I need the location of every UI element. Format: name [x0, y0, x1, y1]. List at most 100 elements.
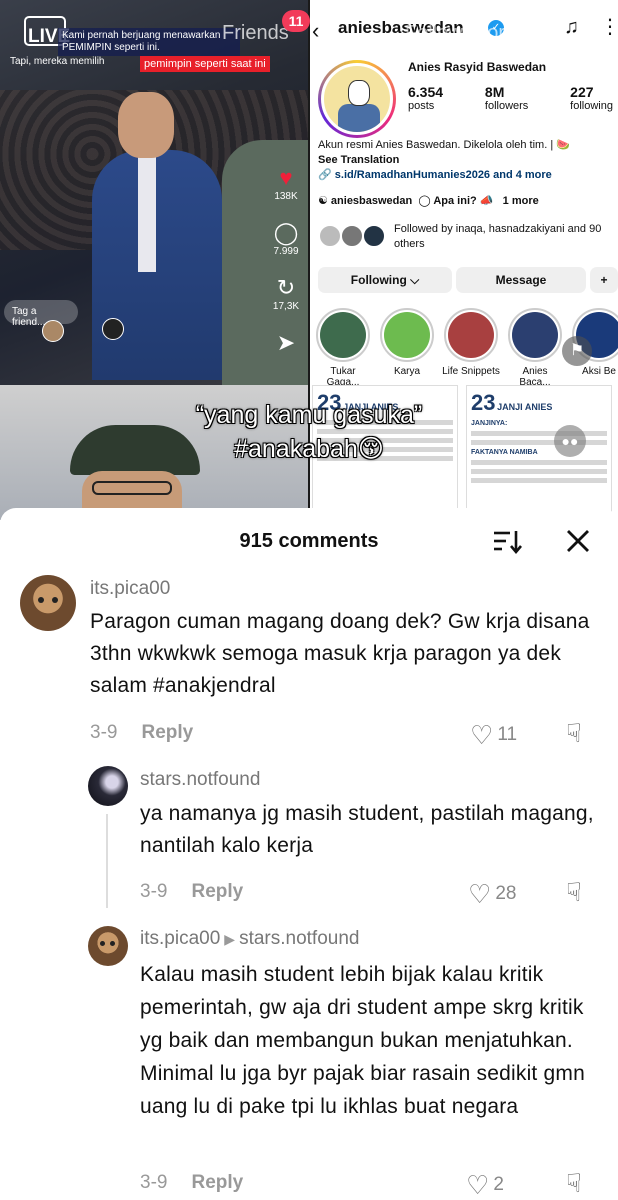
- like-button[interactable]: ♡ 11: [470, 720, 517, 751]
- highlight-item[interactable]: Karya: [378, 308, 436, 385]
- comments-sheet: 915 comments its.pica00 Paragon cuman ma…: [0, 508, 618, 1200]
- side-action-bar: ♥ 138K ◯ 7.999 ↻ 17,3K ➤: [266, 165, 306, 374]
- reply-button[interactable]: Reply: [141, 722, 193, 743]
- speaker-shirt: [138, 152, 156, 272]
- ig-followed-by[interactable]: Followed by inaqa, hasnadzakiyani and 90…: [394, 222, 614, 252]
- like-count: 11: [497, 724, 518, 745]
- back-arrow-icon[interactable]: ‹: [312, 18, 319, 44]
- close-icon[interactable]: [564, 526, 592, 556]
- repost-count: 17,3K: [272, 301, 300, 312]
- share-action[interactable]: ➤: [266, 330, 306, 356]
- mini-avatar[interactable]: [102, 318, 124, 340]
- ig-stats: 6.354 posts 8M followers 227 following: [408, 84, 613, 112]
- ig-following-button[interactable]: Following ⌵: [318, 267, 452, 293]
- video-caption-2: pemimpin seperti saat ini: [140, 56, 270, 72]
- comment-text: Kalau masih student lebih bijak kalau kr…: [140, 963, 585, 1118]
- live-video-panel: LIVE Kami pernah berjuang menawarkan PEM…: [0, 0, 308, 385]
- reply-to-username[interactable]: stars.notfound: [239, 928, 359, 949]
- bell-icon[interactable]: ♫: [564, 16, 579, 39]
- comment-username[interactable]: its.pica00: [90, 578, 170, 600]
- like-button[interactable]: ♡ 2: [466, 1170, 504, 1200]
- avatar-illustration-body: [338, 104, 380, 132]
- comment-meta: 3-9 Reply: [140, 1172, 243, 1194]
- follower-avatar: [318, 224, 342, 248]
- comment-username-row: its.pica00 ▶ stars.notfound: [140, 928, 359, 950]
- comments-header: 915 comments: [0, 526, 618, 556]
- like-count: 2: [493, 1174, 504, 1195]
- tab-foryou[interactable]: For You: [475, 22, 544, 45]
- reply-button[interactable]: Reply: [191, 881, 243, 902]
- ig-message-button[interactable]: Message: [456, 267, 586, 293]
- repost-action[interactable]: ↻ 17,3K: [266, 275, 306, 312]
- ig-threads-row[interactable]: ☯ aniesbaswedan ◯ Apa ini? 📣 1 more: [318, 194, 539, 207]
- ig-profile-avatar[interactable]: [318, 60, 396, 138]
- avatar[interactable]: [88, 926, 128, 966]
- instagram-profile-panel: ‹ aniesbaswedan ✓ ♫ ⋮ Anies Rasyid Baswe…: [310, 0, 618, 385]
- comment-meta: 3-9 Reply: [140, 881, 243, 903]
- repost-icon: ↻: [276, 275, 296, 300]
- tab-friends[interactable]: Friends: [222, 22, 289, 45]
- ig-bio-text: Akun resmi Anies Baswedan. Dikelola oleh…: [318, 139, 570, 151]
- heart-outline-icon: ♡: [466, 1170, 490, 1200]
- speaker-figure: [92, 150, 222, 380]
- reply-button[interactable]: Reply: [191, 1172, 243, 1193]
- highlight-item[interactable]: Life Snippets: [442, 308, 500, 385]
- dislike-icon[interactable]: ☟: [566, 877, 582, 908]
- avatar[interactable]: [20, 575, 76, 631]
- video-background[interactable]: LIVE Kami pernah berjuang menawarkan PEM…: [0, 0, 618, 520]
- ig-followers-stat[interactable]: 8M followers: [485, 84, 528, 112]
- share-icon: ➤: [276, 330, 296, 355]
- ig-following-stat[interactable]: 227 following: [570, 84, 613, 112]
- comment-meta: 3-9 Reply: [90, 722, 193, 744]
- comment-action[interactable]: ◯ 7.999: [266, 220, 306, 257]
- speaker-head: [118, 92, 174, 158]
- mini-avatar[interactable]: [42, 320, 64, 342]
- officer-glasses: [92, 481, 172, 495]
- comment-text: ya namanya jg masih student, pastilah ma…: [140, 802, 594, 857]
- ig-add-person-button[interactable]: +: [590, 267, 618, 293]
- see-translation-link[interactable]: See Translation: [318, 153, 614, 168]
- comment-username[interactable]: its.pica00: [140, 928, 220, 949]
- flag-icon[interactable]: ⚑: [562, 336, 592, 366]
- avatar[interactable]: [88, 766, 128, 806]
- video-caption-1: Kami pernah berjuang menawarkan PEMIMPIN…: [58, 28, 240, 56]
- heart-icon: ♥: [279, 165, 293, 190]
- avatar-illustration-face: [348, 80, 370, 106]
- overlay-line-2: #anakabah😚: [234, 435, 384, 463]
- like-count: 28: [495, 883, 517, 904]
- overlay-line-1: “yang kamu gasuka”: [195, 401, 423, 429]
- ig-display-name: Anies Rasyid Baswedan: [408, 60, 547, 74]
- follower-avatar: [362, 224, 386, 248]
- comment-date: 3-9: [90, 722, 118, 743]
- thread-line: [106, 814, 108, 908]
- sort-icon[interactable]: [492, 526, 522, 556]
- comment-count-side: 7.999: [273, 246, 299, 257]
- comment-count-title: 915 comments: [239, 530, 379, 552]
- follower-avatar: [340, 224, 364, 248]
- heart-outline-icon: ♡: [468, 879, 492, 909]
- video-overlay-caption: “yang kamu gasuka” #anakabah😚: [0, 398, 618, 466]
- more-dots-icon[interactable]: ⋮: [600, 14, 618, 39]
- ig-bio: Akun resmi Anies Baswedan. Dikelola oleh…: [318, 138, 614, 168]
- tag-friend-input[interactable]: Tag a friend...: [4, 300, 78, 328]
- ig-posts-stat[interactable]: 6.354 posts: [408, 84, 443, 112]
- dislike-icon[interactable]: ☟: [566, 1168, 582, 1199]
- reply-to-arrow-icon: ▶: [224, 931, 236, 947]
- like-button[interactable]: ♡ 28: [468, 879, 516, 910]
- video-caption-0: Tapi, mereka memilih: [10, 56, 105, 67]
- comment-date: 3-9: [140, 1172, 168, 1193]
- heart-outline-icon: ♡: [470, 720, 494, 750]
- ig-bio-link[interactable]: 🔗 s.id/RamadhanHumanies2026 and 4 more: [318, 168, 552, 181]
- comment-bubble-icon: ◯: [273, 220, 299, 245]
- notification-badge[interactable]: 11: [282, 10, 310, 32]
- chat-bubble-icon[interactable]: ●●: [554, 425, 586, 457]
- highlight-item[interactable]: Anies Baca...: [506, 308, 564, 385]
- like-action[interactable]: ♥ 138K: [266, 165, 306, 202]
- comment-text: Paragon cuman magang doang dek? Gw krja …: [90, 610, 590, 697]
- add-person-icon: +: [600, 273, 608, 287]
- dislike-icon[interactable]: ☟: [566, 718, 582, 749]
- highlight-item[interactable]: Tukar Gaga...: [314, 308, 372, 385]
- like-count: 138K: [274, 191, 298, 202]
- comment-date: 3-9: [140, 881, 168, 902]
- comment-username[interactable]: stars.notfound: [140, 769, 260, 791]
